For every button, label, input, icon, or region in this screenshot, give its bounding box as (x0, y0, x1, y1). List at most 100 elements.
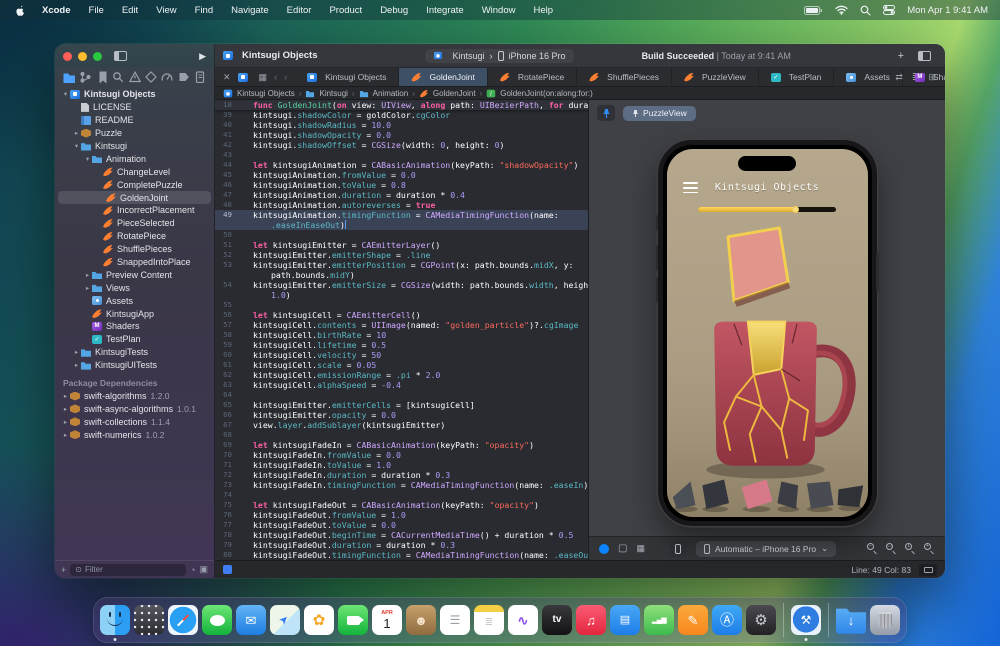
code-line[interactable]: 75let kintsugiFadeOut = CABasicAnimation… (215, 500, 588, 510)
tree-item-assets[interactable]: Assets (55, 294, 214, 307)
breakpoint-toggle[interactable] (223, 565, 232, 574)
code-line[interactable]: 66kintsugiEmitter.opacity = 0.0 (215, 410, 588, 420)
live-preview-mode-button[interactable] (599, 544, 609, 554)
search-icon[interactable] (860, 5, 871, 16)
code-line[interactable]: 76kintsugiFadeOut.fromValue = 1.0 (215, 510, 588, 520)
code-line[interactable]: 60kintsugiCell.velocity = 50 (215, 350, 588, 360)
code-line[interactable]: 54kintsugiEmitter.emitterSize = CGSize(w… (215, 280, 588, 290)
disclosure-right-icon[interactable]: ▸ (61, 418, 70, 426)
breadcrumb-item[interactable]: Kintsugi (305, 89, 347, 98)
breadcrumb-item[interactable]: GoldenJoint (419, 89, 476, 98)
tree-item-shaders[interactable]: MShaders (55, 320, 214, 333)
code-line[interactable]: 56let kintsugiCell = CAEmitterCell() (215, 310, 588, 320)
pin-preview-button[interactable] (597, 105, 615, 121)
menu-bar-clock[interactable]: Mon Apr 1 9:41 AM (907, 5, 988, 16)
zoom-in-button[interactable]: + (924, 543, 935, 554)
run-destination[interactable]: iPhone 16 Pro (509, 51, 566, 61)
tree-item-swift-algorithms[interactable]: ▸swift-algorithms1.2.0 (55, 390, 214, 403)
dock-music-icon[interactable]: ♫ (576, 605, 606, 635)
menu-xcode[interactable]: Xcode (34, 3, 79, 18)
control-center-icon[interactable] (883, 5, 895, 15)
tab-puzzleview[interactable]: PuzzleView (672, 68, 759, 86)
code-line[interactable]: .easeInEaseOut) (215, 220, 588, 230)
code-line[interactable]: 51let kintsugiEmitter = CAEmitterLayer() (215, 240, 588, 250)
dock-freeform-icon[interactable]: ∿ (508, 605, 538, 635)
tab-shufflepieces[interactable]: ShufflePieces (577, 68, 672, 86)
zoom-out-button[interactable]: − (867, 543, 878, 554)
dock-safari-icon[interactable] (168, 605, 198, 635)
code-line[interactable]: 79kintsugiFadeOut.duration = duration * … (215, 540, 588, 550)
code-line[interactable]: 63kintsugiCell.alphaSpeed = -0.4 (215, 380, 588, 390)
tree-item-kintsugi-objects[interactable]: ▾Kintsugi Objects (55, 88, 214, 101)
tab-goldenjoint[interactable]: GoldenJoint (399, 68, 487, 86)
preview-tab-chip[interactable]: PuzzleView (623, 106, 696, 121)
code-line[interactable]: 65kintsugiEmitter.emitterCells = [kintsu… (215, 400, 588, 410)
dock-tv-icon[interactable]: tv (542, 605, 572, 635)
disclosure-right-icon[interactable]: ▸ (72, 348, 81, 356)
menu-integrate[interactable]: Integrate (418, 3, 472, 18)
tree-item-puzzle[interactable]: ▸Puzzle (55, 127, 214, 140)
disclosure-right-icon[interactable]: ▸ (83, 271, 92, 279)
menu-product[interactable]: Product (321, 3, 370, 18)
dock-downloads-icon[interactable]: ↓ (836, 605, 866, 635)
disclosure-right-icon[interactable]: ▸ (61, 431, 70, 439)
dock-calendar-icon[interactable]: APR1 (372, 605, 402, 635)
tree-item-completepuzzle[interactable]: CompletePuzzle (55, 178, 214, 191)
tab-rotatepiece[interactable]: RotatePiece (488, 68, 577, 86)
toggle-navigator-icon[interactable] (114, 51, 127, 61)
tree-item-pieceselected[interactable]: PieceSelected (55, 217, 214, 230)
iphone-preview[interactable]: Kintsugi Objects (658, 140, 877, 526)
code-line[interactable]: 59kintsugiCell.lifetime = 0.5 (215, 340, 588, 350)
run-button[interactable]: ▶ (199, 51, 206, 62)
dock-trash-icon[interactable] (870, 605, 900, 635)
menu-navigate[interactable]: Navigate (223, 3, 277, 18)
navigator-find-icon[interactable] (112, 71, 124, 83)
code-line[interactable]: 53kintsugiEmitter.emitterPosition = CGPo… (215, 260, 588, 270)
code-line[interactable]: 62kintsugiCell.emissionRange = .pi * 2.0 (215, 370, 588, 380)
code-line[interactable]: 58kintsugiCell.birthRate = 10 (215, 330, 588, 340)
filter-field[interactable]: ⊙ Filter (70, 564, 186, 576)
zoom-fit-button[interactable]: □ (886, 543, 897, 554)
code-line[interactable]: 80kintsugiFadeOut.timingFunction = CAMed… (215, 550, 588, 560)
disclosure-right-icon[interactable]: ▸ (72, 129, 81, 137)
breadcrumb-item[interactable]: fGoldenJoint(on:along:for:) (486, 89, 593, 98)
code-line[interactable]: 78kintsugiFadeOut.beginTime = CACurrentM… (215, 530, 588, 540)
tree-item-incorrectplacement[interactable]: IncorrectPlacement (55, 204, 214, 217)
code-line[interactable]: 1.0) (215, 290, 588, 300)
code-line[interactable]: 77kintsugiFadeOut.toValue = 0.0 (215, 520, 588, 530)
hamburger-menu-icon[interactable] (683, 182, 698, 193)
tree-item-goldenjoint[interactable]: GoldenJoint (58, 191, 211, 204)
zoom-window-button[interactable] (93, 52, 102, 61)
code-line[interactable]: 64 (215, 390, 588, 400)
navigator-source-control-icon[interactable] (79, 71, 91, 83)
code-line[interactable]: 40kintsugi.shadowRadius = 10.0 (215, 120, 588, 130)
menu-find[interactable]: Find (187, 3, 221, 18)
recent-files-button[interactable]: ◔ (190, 565, 195, 575)
tree-item-kintsugiuitests[interactable]: ▸KintsugiUITests (55, 359, 214, 372)
tree-item-swift-async-algorithms[interactable]: ▸swift-async-algorithms1.0.1 (55, 402, 214, 415)
tree-item-rotatepiece[interactable]: RotatePiece (55, 230, 214, 243)
navigator-project-navigator-icon[interactable] (63, 71, 75, 83)
code-line[interactable]: 69let kintsugiFadeIn = CABasicAnimation(… (215, 440, 588, 450)
code-line[interactable]: 73kintsugiFadeIn.timingFunction = CAMedi… (215, 480, 588, 490)
dock-notes-icon[interactable]: ≣ (474, 605, 504, 635)
menu-view[interactable]: View (148, 3, 184, 18)
navigator-issues-icon[interactable] (129, 71, 141, 83)
tree-item-changelevel[interactable]: ChangeLevel (55, 165, 214, 178)
dock-mail-icon[interactable]: ✉ (236, 605, 266, 635)
dock-photos-icon[interactable]: ✿ (304, 605, 334, 635)
navigator-tests-icon[interactable] (145, 71, 157, 83)
tree-item-snappedintoplace[interactable]: SnappedIntoPlace (55, 256, 214, 269)
dock-settings-icon[interactable]: ⚙ (746, 605, 776, 635)
code-line[interactable]: 43 (215, 150, 588, 160)
flagged-button[interactable]: ▣ (199, 564, 208, 575)
code-line[interactable]: 42kintsugi.shadowOffset = CGSize(width: … (215, 140, 588, 150)
menu-editor[interactable]: Editor (279, 3, 320, 18)
dock-reminders-icon[interactable]: ☰ (440, 605, 470, 635)
code-line[interactable]: 67view.layer.addSublayer(kintsugiEmitter… (215, 420, 588, 430)
library-plus-button[interactable]: + (898, 50, 904, 62)
tree-item-kintsugitests[interactable]: ▸KintsugiTests (55, 346, 214, 359)
forward-button[interactable]: › (284, 72, 287, 82)
device-settings-button[interactable] (669, 541, 687, 557)
tab-kintsugi-objects[interactable]: Kintsugi Objects (295, 68, 399, 86)
